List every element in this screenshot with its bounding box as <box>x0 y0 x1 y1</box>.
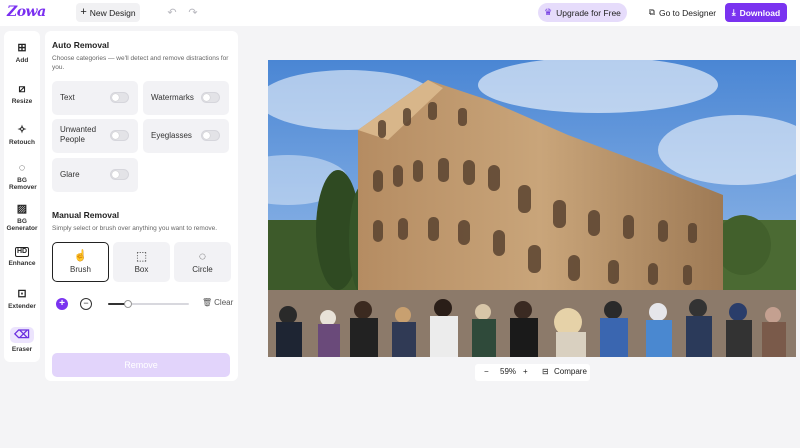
plus-icon: + <box>80 6 87 18</box>
extender-icon: ⊡ <box>17 288 27 300</box>
tool-rail: ⊞ Add ⧄ Resize ✧ Retouch ◌ BG Remover ▨ … <box>4 31 40 362</box>
download-icon: ⤓ <box>731 7 736 17</box>
rail-label: Retouch <box>9 139 35 146</box>
tool-circle[interactable]: ◌ Circle <box>174 242 231 282</box>
rail-item-bg-generator[interactable]: ▨ BG Generator <box>4 203 40 232</box>
app-logo[interactable]: Zowa <box>7 4 46 20</box>
compare-button[interactable]: Compare <box>554 367 587 376</box>
eraser-icon-box: ⌫ <box>10 327 34 343</box>
zoom-out-button[interactable]: − <box>484 367 489 376</box>
text-toggle[interactable] <box>110 92 129 103</box>
redo-icon[interactable]: ↷ <box>186 5 200 19</box>
top-bar: Zowa + New Design ↶ ↷ ♛ Upgrade for Free… <box>0 0 800 26</box>
rail-label: Extender <box>8 303 36 310</box>
zoom-bar: − 59% + ⊟ Compare <box>475 364 590 381</box>
new-design-label: New Design <box>89 7 136 18</box>
dashed-box-icon: ⬚ <box>135 249 148 263</box>
upgrade-button[interactable]: ♛ Upgrade for Free <box>538 3 627 22</box>
go-to-designer-button[interactable]: ⧉ Go to Designer <box>645 3 720 22</box>
auto-removal-title: Auto Removal <box>52 40 110 50</box>
rail-label: BG Generator <box>6 218 38 233</box>
dashed-circle-icon: ◌ <box>198 249 207 263</box>
crown-icon: ♛ <box>544 7 553 17</box>
rail-label: Resize <box>11 98 33 105</box>
undo-icon[interactable]: ↶ <box>165 5 179 19</box>
watermarks-toggle[interactable] <box>201 92 220 103</box>
rail-item-eraser[interactable]: ⌫ Eraser <box>4 327 40 353</box>
rail-item-resize[interactable]: ⧄ Resize <box>4 83 40 105</box>
manual-removal-title: Manual Removal <box>52 210 120 220</box>
new-design-button[interactable]: + New Design <box>76 3 140 22</box>
tool-label: Circle <box>192 265 213 274</box>
clear-label: Clear <box>214 298 234 307</box>
eraser-icon: ⌫ <box>14 329 30 341</box>
option-label: Eyeglasses <box>151 131 192 140</box>
rail-item-bg-remover[interactable]: ◌ BG Remover <box>4 162 40 191</box>
option-label: Glare <box>60 170 80 179</box>
glare-toggle[interactable] <box>110 169 129 180</box>
option-text[interactable]: Text <box>52 81 138 115</box>
rail-item-extender[interactable]: ⊡ Extender <box>4 288 40 310</box>
option-watermarks[interactable]: Watermarks <box>143 81 229 115</box>
option-unwanted-people[interactable]: Unwanted People <box>52 119 138 153</box>
option-glare[interactable]: Glare <box>52 158 138 192</box>
option-eyeglasses[interactable]: Eyeglasses <box>143 119 229 153</box>
tool-box[interactable]: ⬚ Box <box>113 242 170 282</box>
rail-item-enhance[interactable]: HD Enhance <box>4 247 40 267</box>
brush-subtract-icon[interactable]: − <box>80 298 92 310</box>
option-label: Text <box>60 93 75 102</box>
brush-size-slider[interactable] <box>108 300 189 308</box>
retouch-icon: ✧ <box>17 124 27 136</box>
resize-icon: ⧄ <box>18 83 26 95</box>
canvas-photo[interactable] <box>268 60 796 357</box>
brush-size-row: + − 🗑 Clear <box>52 296 233 312</box>
rail-label: Add <box>15 57 29 64</box>
tool-brush[interactable]: ☝ Brush <box>52 242 109 282</box>
go-to-designer-label: Go to Designer <box>658 7 717 18</box>
zoom-in-button[interactable]: + <box>523 367 528 376</box>
download-label: Download <box>739 7 781 18</box>
trash-icon: 🗑 <box>202 298 213 307</box>
clear-button[interactable]: 🗑 Clear <box>202 298 233 307</box>
manual-removal-description: Simply select or brush over anything you… <box>52 225 218 232</box>
download-button[interactable]: ⤓ Download <box>725 3 787 22</box>
zoom-level: 59% <box>500 367 517 376</box>
colosseum-photo <box>268 60 796 357</box>
rail-label: BG Remover <box>9 177 37 192</box>
option-label: Unwanted People <box>60 125 97 145</box>
rail-label: Enhance <box>8 260 36 267</box>
rail-item-retouch[interactable]: ✧ Retouch <box>4 124 40 146</box>
hand-brush-icon: ☝ <box>73 249 88 262</box>
hd-enhance-icon: HD <box>14 247 30 257</box>
external-link-icon: ⧉ <box>648 7 655 17</box>
bg-remover-icon: ◌ <box>18 162 26 174</box>
upgrade-label: Upgrade for Free <box>556 7 621 18</box>
unwanted-people-toggle[interactable] <box>110 130 129 141</box>
remove-button[interactable]: Remove <box>52 353 230 377</box>
add-icon: ⊞ <box>17 42 27 54</box>
rail-label: Eraser <box>11 346 33 353</box>
option-label: Watermarks <box>151 93 194 102</box>
eyeglasses-toggle[interactable] <box>201 130 220 141</box>
tool-label: Box <box>134 265 149 274</box>
eraser-panel: Auto Removal Choose categories — we'll d… <box>45 31 238 381</box>
bg-generator-icon: ▨ <box>16 203 28 215</box>
compare-icon: ⊟ <box>542 367 549 376</box>
rail-item-add[interactable]: ⊞ Add <box>4 42 40 64</box>
auto-removal-description: Choose categories — we'll detect and rem… <box>52 55 229 71</box>
slider-thumb[interactable] <box>124 300 133 308</box>
brush-add-icon[interactable]: + <box>56 298 68 310</box>
tool-label: Brush <box>70 264 91 274</box>
